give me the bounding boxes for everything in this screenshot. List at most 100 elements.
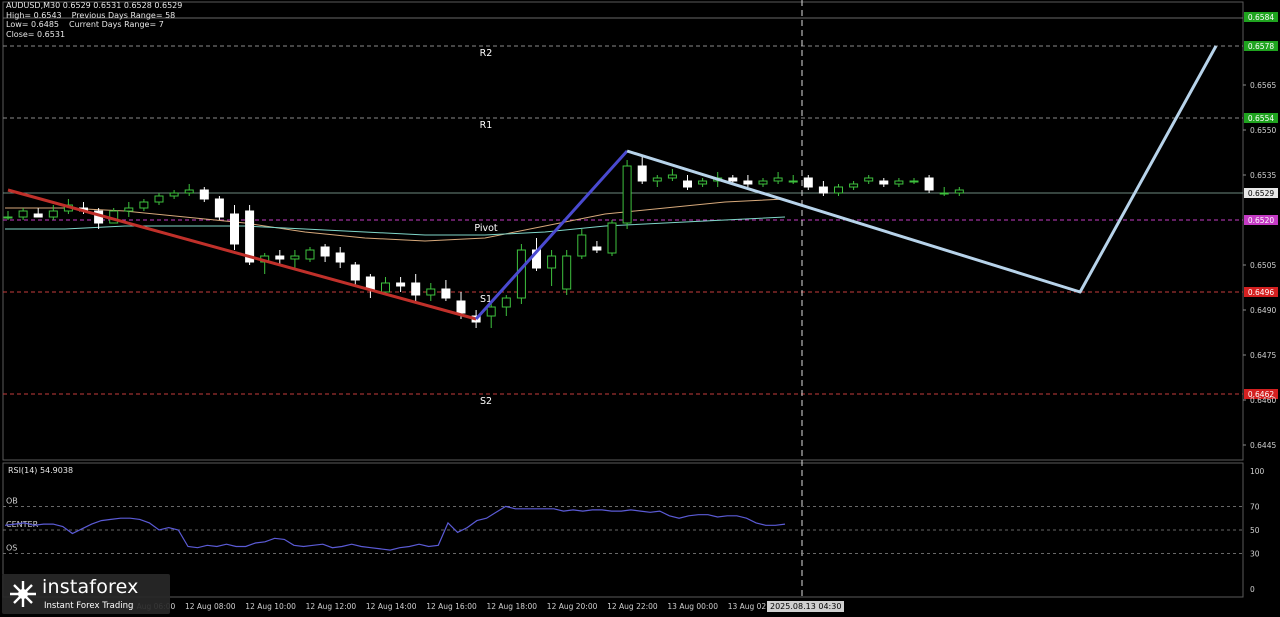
level-tag-text-pivot: 0.6520 (1248, 216, 1274, 225)
high-value: High= 0.6543 (6, 10, 62, 20)
candle-body (365, 276, 375, 290)
rsi-tick-label: 70 (1250, 502, 1260, 511)
candle-body (214, 198, 224, 218)
price-tick-label: 0.6490 (1250, 306, 1276, 315)
candle-body (818, 186, 828, 194)
candle-body (18, 210, 28, 218)
candle-body (230, 213, 239, 245)
time-label: 12 Aug 22:00 (607, 602, 658, 611)
candle-body (864, 177, 874, 182)
candle-body (139, 201, 149, 209)
level-tag-text-s1: 0.6496 (1248, 288, 1274, 297)
price-tick-label: 0.6475 (1250, 351, 1276, 360)
candle-body (894, 180, 904, 185)
candle-body (154, 195, 164, 203)
candle-body (350, 264, 360, 281)
instaforex-logo-icon (10, 581, 36, 607)
current-price-tag-text: 0.6529 (1248, 189, 1274, 198)
level-tag-text-r1: 0.6554 (1248, 114, 1274, 123)
low-value: Low= 0.6485 (6, 20, 59, 29)
rsi-line (4, 505, 786, 551)
candle-body (834, 186, 843, 194)
candle-body (652, 177, 662, 182)
candle-body (743, 180, 753, 185)
level-tag-text-r2: 0.6578 (1248, 42, 1274, 51)
candle-body (803, 177, 813, 188)
candle-body (607, 222, 617, 254)
candle-body (48, 210, 58, 218)
price-tick-label: 0.6460 (1250, 396, 1276, 405)
close-value: Close= 0.6531 (6, 29, 66, 39)
candle-body (275, 255, 285, 260)
candle-body (456, 300, 466, 314)
price-chart[interactable]: 0.6584R20.6578R10.6554Pivot0.6520S10.649… (0, 0, 1280, 617)
time-label: 12 Aug 14:00 (366, 602, 417, 611)
candle-body (909, 180, 919, 183)
rsi-tick-label: 50 (1250, 526, 1260, 535)
rsi-zone-ob: OB (6, 496, 18, 505)
candle-body (667, 174, 677, 179)
symbol-line: AUDUSD,M30 0.6529 0.6531 0.6528 0.6529 (6, 1, 183, 10)
candle-body (501, 297, 511, 308)
candle-body (335, 252, 345, 263)
current-range: Current Days Range= 7 (69, 20, 164, 29)
candle-body (758, 180, 768, 185)
brand-tagline: Instant Forex Trading (44, 601, 134, 611)
candle-body (562, 255, 572, 290)
crosshair-datetime: 2025.08.13 04:30 (767, 601, 845, 612)
candle-body (637, 165, 647, 182)
candle-body (3, 216, 13, 219)
candle-body (124, 207, 134, 212)
candle-body (320, 246, 330, 257)
brand-name: instaforex (42, 576, 139, 598)
candle-body (849, 183, 859, 188)
price-tick-label: 0.6505 (1250, 261, 1276, 270)
candle-body (486, 306, 496, 317)
top-level-tag-text: 0.6584 (1248, 13, 1274, 22)
candle-body (879, 180, 889, 185)
candle-body (683, 180, 692, 188)
candle-body (169, 192, 179, 197)
candle-body (441, 288, 451, 299)
rsi-tick-label: 0 (1250, 585, 1255, 594)
candle-body (426, 288, 436, 296)
candle-body (788, 180, 798, 183)
candle-body (411, 282, 421, 296)
prev-range: Previous Days Range= 58 (71, 10, 176, 20)
time-label: 12 Aug 12:00 (306, 602, 357, 611)
candle-body (773, 177, 783, 182)
candle-body (939, 192, 949, 195)
rsi-label: RSI(14) 54.9038 (8, 466, 73, 475)
candle-body (305, 249, 315, 260)
candle-body (516, 249, 526, 299)
time-label: 12 Aug 20:00 (547, 602, 598, 611)
main-pane-frame (2, 1, 1244, 461)
time-label: 13 Aug 00:00 (667, 602, 718, 611)
brand-watermark: instaforex Instant Forex Trading (2, 574, 170, 614)
candle-body (622, 165, 632, 224)
time-label: 12 Aug 16:00 (426, 602, 477, 611)
swing-line-1 (7, 188, 477, 321)
price-tick-label: 0.6535 (1250, 171, 1276, 180)
level-label-pivot: Pivot (474, 223, 498, 234)
info-row-low: Low= 0.6485 Current Days Range= 7 (6, 20, 185, 30)
candle-body (954, 189, 964, 194)
price-tick-label: 0.6565 (1250, 81, 1276, 90)
time-label: 12 Aug 10:00 (245, 602, 296, 611)
time-label: 12 Aug 08:00 (185, 602, 236, 611)
rsi-zone-os: OS (6, 544, 17, 553)
candle-body (698, 180, 708, 185)
candle-body (924, 177, 934, 191)
swing-line-3 (626, 45, 1218, 294)
price-tick-label: 0.6445 (1250, 441, 1276, 450)
info-row-close: Close= 0.6531 (6, 30, 185, 40)
candle-body (290, 255, 300, 260)
rsi-tick-label: 30 (1250, 550, 1260, 559)
candle-body (728, 177, 738, 182)
candle-body (396, 282, 406, 287)
candle-body (199, 189, 209, 200)
price-tick-label: 0.6550 (1250, 126, 1276, 135)
candle-body (381, 282, 390, 293)
info-row-high: High= 0.6543 Previous Days Range= 58 (6, 11, 185, 21)
candle-body (547, 255, 557, 269)
